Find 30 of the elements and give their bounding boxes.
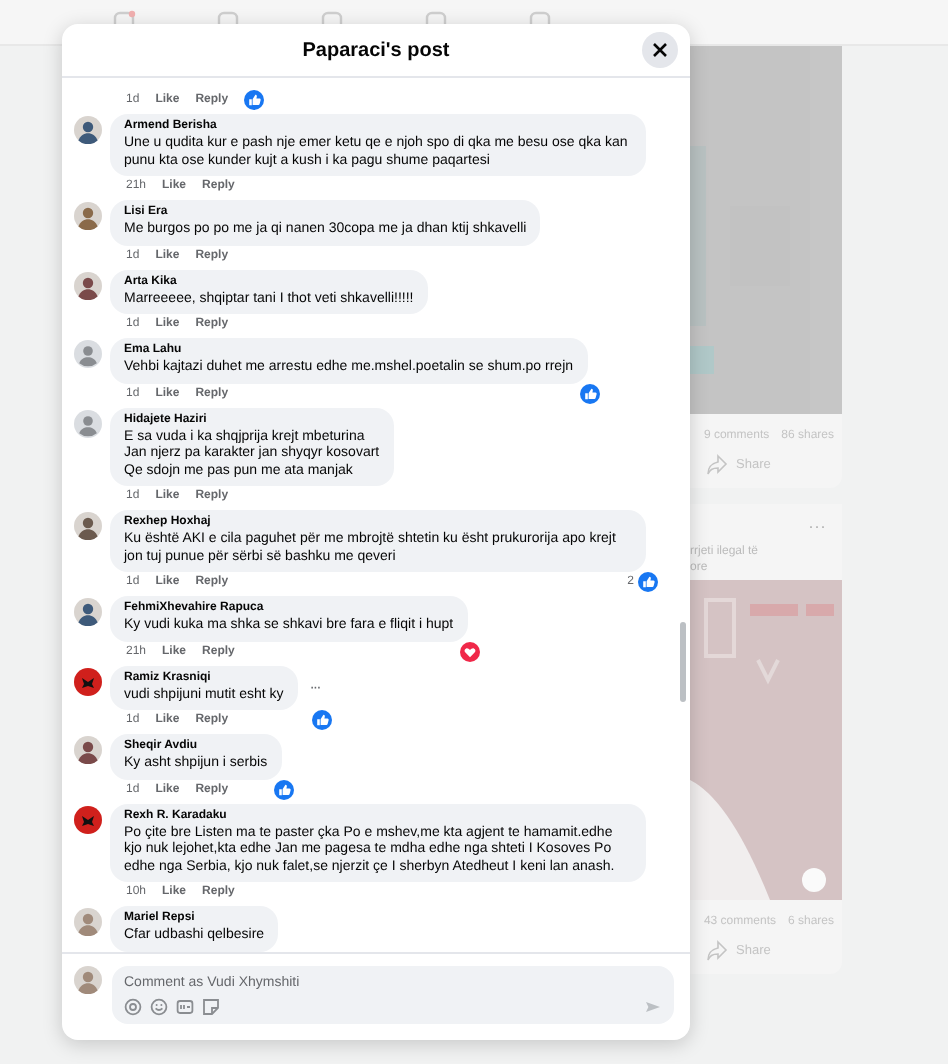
- avatar: [74, 409, 102, 437]
- avatar: [74, 736, 102, 764]
- scrollbar-thumb[interactable]: [680, 622, 686, 702]
- close-icon[interactable]: [652, 42, 668, 58]
- like-icon: [638, 572, 658, 592]
- avatar: [74, 598, 102, 626]
- send-icon[interactable]: [644, 998, 662, 1016]
- like-icon: [273, 779, 294, 799]
- sticker-icon[interactable]: [202, 998, 220, 1016]
- avatar-sticker-icon[interactable]: [124, 998, 142, 1016]
- avatar: [74, 202, 102, 230]
- avatar: [74, 908, 102, 936]
- avatar: [74, 805, 102, 833]
- share-icon: [706, 940, 728, 962]
- avatar: [74, 340, 102, 368]
- emoji-icon[interactable]: [150, 998, 168, 1016]
- avatar: [74, 667, 102, 695]
- avatar: [74, 271, 102, 299]
- close-button[interactable]: [642, 32, 678, 68]
- avatar: [74, 116, 102, 144]
- like-icon: [244, 90, 265, 110]
- more-button[interactable]: ···: [309, 678, 320, 697]
- avatar: [74, 966, 102, 994]
- share-icon: [706, 454, 728, 476]
- gif-icon[interactable]: [176, 998, 194, 1016]
- like-icon: [311, 710, 332, 730]
- avatar: [74, 512, 102, 540]
- dialog-title: Paparaci's post: [302, 39, 450, 61]
- heart-icon: [459, 641, 480, 661]
- like-icon: [579, 383, 600, 403]
